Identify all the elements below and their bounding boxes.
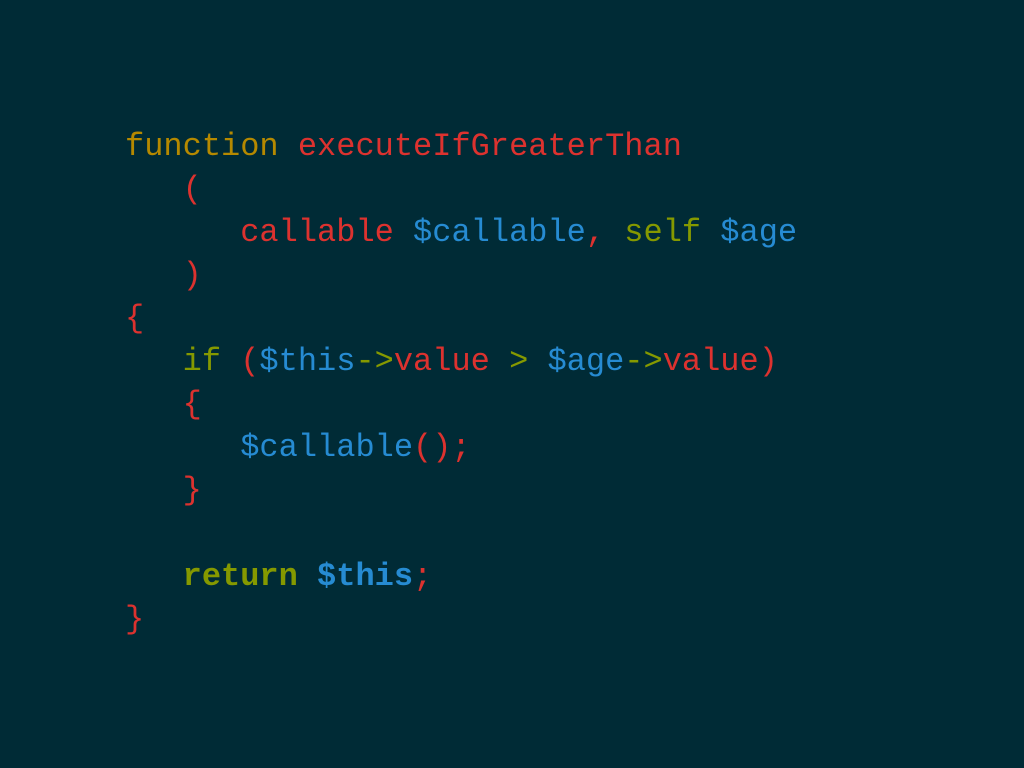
code-token: value [662,343,759,380]
code-token: ( [240,343,260,380]
code-token: $callable [413,214,586,251]
code-token: callable [240,214,394,251]
code-token: { [182,386,202,423]
code-line: { [125,297,797,340]
code-token: executeIfGreaterThan [297,128,682,165]
code-token: $this [259,343,356,380]
code-token: } [182,472,202,509]
code-line: callable $callable, self $age [125,211,797,254]
code-line: } [125,469,797,512]
code-line: ( [125,168,797,211]
code-line: } [125,598,797,641]
code-slide: function executeIfGreaterThan ( callable… [0,0,1024,768]
code-token: $callable [240,429,414,466]
code-token: { [125,300,145,337]
code-token: , [585,214,606,251]
code-token: > [509,343,529,380]
code-token: self [624,214,702,251]
code-line: ) [125,254,797,297]
code-token: -> [624,343,663,380]
code-token: function [125,128,279,165]
code-line: if ($this->value > $age->value) [125,340,797,383]
code-line: { [125,383,797,426]
code-token: (); [413,429,471,466]
code-token: ( [182,171,202,208]
code-token: } [125,601,145,638]
code-token: $age [547,343,625,380]
code-token: if [182,343,222,380]
code-line: $callable(); [125,426,797,469]
code-token: value [393,343,490,380]
code-token: ; [413,558,433,595]
code-token: ) [182,257,202,294]
code-token: $this [317,558,414,595]
code-line: function executeIfGreaterThan [125,125,797,168]
code-token: $age [720,214,798,251]
code-block: function executeIfGreaterThan ( callable… [125,125,797,641]
code-token: -> [355,343,394,380]
code-line: return $this; [125,555,797,598]
code-token: ) [758,343,778,380]
code-token: return [182,558,298,595]
